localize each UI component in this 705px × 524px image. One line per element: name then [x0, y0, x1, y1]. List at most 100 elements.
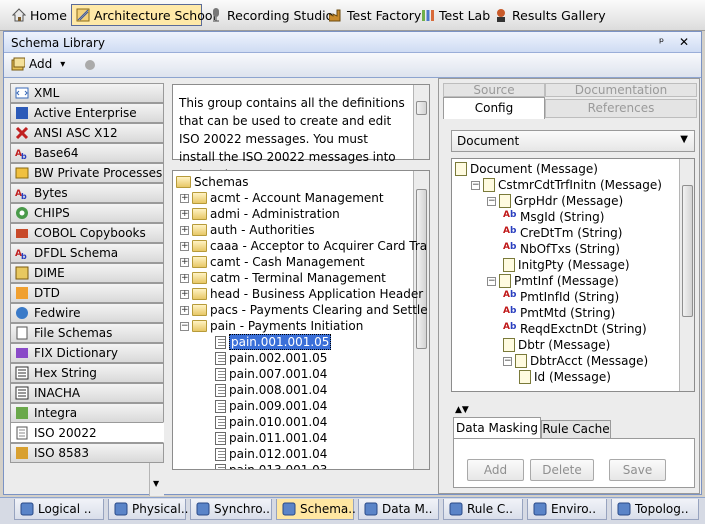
schema-group[interactable]: + acmt - Account Management: [180, 190, 384, 206]
collapse-icon[interactable]: −: [487, 276, 496, 286]
expand-icon[interactable]: +: [180, 257, 189, 267]
schema-group[interactable]: + camt - Cash Management: [180, 254, 365, 270]
expand-icon[interactable]: +: [180, 305, 189, 315]
expand-icon[interactable]: +: [180, 209, 189, 219]
bottom-tab-schema[interactable]: Schema..: [276, 499, 356, 520]
tree-root-schemas[interactable]: Schemas: [176, 174, 249, 190]
library-item-base64[interactable]: Ab Base64: [10, 143, 164, 163]
expand-icon[interactable]: +: [180, 289, 189, 299]
add-dropdown-icon[interactable]: ▾: [60, 59, 65, 70]
tab-recording-studio[interactable]: Recording Studio: [205, 4, 337, 26]
library-item-ansi-asc-x12[interactable]: ANSI ASC X12: [10, 123, 164, 143]
bottom-tab-environment[interactable]: Enviro..: [527, 499, 607, 520]
schema-item[interactable]: pain.002.001.05: [215, 350, 327, 366]
bottom-tab-synchronisation[interactable]: Synchro..: [190, 499, 272, 520]
library-item-cobol-copybooks[interactable]: COBOL Copybooks: [10, 223, 164, 243]
library-item-bw-private-processes[interactable]: BW Private Processes: [10, 163, 164, 183]
schema-group[interactable]: − pain - Payments Initiation: [180, 318, 363, 334]
library-item-active-enterprise[interactable]: Active Enterprise: [10, 103, 164, 123]
bottom-tab-physical[interactable]: Physical..: [108, 499, 188, 520]
tab-data-masking[interactable]: Data Masking: [453, 417, 541, 439]
library-item-file-schemas[interactable]: File Schemas: [10, 323, 164, 343]
library-item-inacha[interactable]: INACHA: [10, 383, 164, 403]
schema-item[interactable]: pain.010.001.04: [215, 414, 327, 430]
schema-group[interactable]: + caaa - Acceptor to Acquirer Card Tra: [180, 238, 427, 254]
expand-icon[interactable]: +: [180, 193, 189, 203]
collapse-icon[interactable]: −: [180, 321, 189, 331]
pin-icon[interactable]: ᵖ: [659, 35, 664, 49]
tab-test-lab[interactable]: Test Lab: [417, 4, 494, 26]
message-tree-node[interactable]: Ab ReqdExctnDt (String): [503, 321, 647, 337]
tab-documentation[interactable]: Documentation: [545, 83, 697, 97]
message-tree-node[interactable]: Ab CreDtTm (String): [503, 225, 622, 241]
splitter-arrows-icon[interactable]: ▲▼: [455, 405, 469, 415]
message-tree-node[interactable]: Id (Message): [519, 369, 611, 385]
schema-item[interactable]: pain.007.001.04: [215, 366, 327, 382]
message-tree-node[interactable]: − CstmrCdtTrfInitn (Message): [471, 177, 662, 193]
expand-icon[interactable]: +: [180, 273, 189, 283]
tab-source[interactable]: Source: [443, 83, 545, 97]
schema-group[interactable]: + head - Business Application Header: [180, 286, 423, 302]
message-tree-node[interactable]: − PmtInf (Message): [487, 273, 619, 289]
collapse-icon[interactable]: −: [471, 180, 480, 190]
add-button[interactable]: Add ▾: [11, 57, 65, 71]
library-item-integra[interactable]: Integra: [10, 403, 164, 423]
bottom-tab-topology[interactable]: Topolog..: [611, 499, 699, 520]
schema-item[interactable]: pain.013.001.03: [215, 462, 327, 469]
message-tree-node[interactable]: Ab PmtMtd (String): [503, 305, 615, 321]
tab-references[interactable]: References: [545, 99, 697, 118]
message-tree-node[interactable]: Document (Message): [455, 161, 598, 177]
expand-icon[interactable]: +: [180, 241, 189, 251]
message-type-select[interactable]: Document ▼: [451, 130, 695, 152]
scroll-down-icon[interactable]: ▼: [153, 479, 159, 488]
bottom-tab-logical[interactable]: Logical ..: [14, 499, 104, 520]
library-item-chips[interactable]: CHIPS: [10, 203, 164, 223]
schema-group[interactable]: + auth - Authorities: [180, 222, 315, 238]
library-item-xml[interactable]: XML: [10, 83, 164, 103]
library-item-fedwire[interactable]: Fedwire: [10, 303, 164, 323]
message-icon: [503, 258, 515, 272]
message-tree-node[interactable]: − DbtrAcct (Message): [503, 353, 648, 369]
library-item-dtd[interactable]: DTD: [10, 283, 164, 303]
bottom-tab-data-model[interactable]: Data M..: [358, 499, 439, 520]
tab-results-gallery[interactable]: Results Gallery: [490, 4, 610, 26]
schema-tree-scrollbar[interactable]: [413, 171, 429, 469]
schema-item[interactable]: pain.012.001.04: [215, 446, 327, 462]
close-icon[interactable]: ✕: [679, 35, 689, 49]
schema-group[interactable]: + pacs - Payments Clearing and Settle: [180, 302, 428, 318]
library-item-fix-dictionary[interactable]: FIX Dictionary: [10, 343, 164, 363]
library-item-iso-8583[interactable]: ISO 8583: [10, 443, 164, 463]
library-item-hex-string[interactable]: Hex String: [10, 363, 164, 383]
message-tree-node[interactable]: Ab NbOfTxs (String): [503, 241, 620, 257]
schema-group[interactable]: + catm - Terminal Management: [180, 270, 386, 286]
collapse-icon[interactable]: −: [487, 196, 496, 206]
add-mask-button[interactable]: Add: [467, 459, 524, 481]
schema-item[interactable]: pain.001.001.05: [215, 334, 332, 350]
save-mask-button[interactable]: Save: [609, 459, 666, 481]
message-tree-node[interactable]: − GrpHdr (Message): [487, 193, 623, 209]
bottom-tab-rule-cache[interactable]: Rule C..: [443, 499, 523, 520]
message-tree-node[interactable]: Ab MsgId (String): [503, 209, 604, 225]
delete-mask-button[interactable]: Delete: [530, 459, 594, 481]
tab-architecture-school[interactable]: Architecture School: [71, 4, 216, 26]
tab-test-factory[interactable]: Test Factory: [325, 4, 425, 26]
message-tree-scrollbar[interactable]: [679, 159, 694, 391]
schema-item[interactable]: pain.011.001.04: [215, 430, 327, 446]
schema-group[interactable]: + admi - Administration: [180, 206, 340, 222]
library-item-dime[interactable]: DIME: [10, 263, 164, 283]
library-item-iso-20022[interactable]: ISO 20022: [10, 422, 164, 443]
library-item-dfdl-schema[interactable]: Ab DFDL Schema: [10, 243, 164, 263]
schema-item[interactable]: pain.008.001.04: [215, 382, 327, 398]
expand-icon[interactable]: +: [180, 225, 189, 235]
tab-config[interactable]: Config: [443, 97, 545, 119]
library-item-bytes[interactable]: Ab Bytes: [10, 183, 164, 203]
message-tree-node[interactable]: InitgPty (Message): [503, 257, 630, 273]
library-scrollbar[interactable]: ▼: [149, 463, 164, 496]
message-tree-node[interactable]: Ab PmtInfId (String): [503, 289, 619, 305]
schema-item[interactable]: pain.009.001.04: [215, 398, 327, 414]
description-scrollbar[interactable]: [413, 85, 429, 159]
tab-rule-cache[interactable]: Rule Cache: [541, 420, 611, 439]
message-tree-node[interactable]: Dbtr (Message): [503, 337, 610, 353]
collapse-icon[interactable]: −: [503, 356, 512, 366]
tab-home[interactable]: Home: [8, 4, 71, 26]
